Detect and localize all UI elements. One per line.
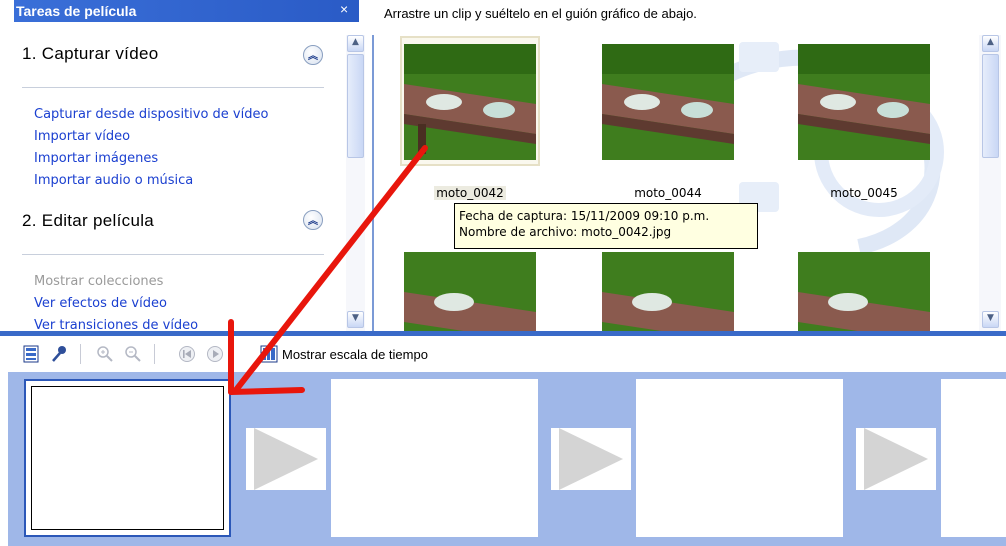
- storyboard-cell[interactable]: [636, 379, 843, 537]
- movie-tasks-pane: Tareas de película × 1. Capturar vídeo ︽…: [0, 0, 372, 331]
- storyboard-cell[interactable]: [941, 379, 1006, 537]
- link-import-video[interactable]: Importar vídeo: [34, 129, 130, 144]
- clip-image: [404, 252, 536, 331]
- section-divider: [22, 254, 324, 255]
- storyboard-icon[interactable]: [22, 345, 40, 363]
- clip-label: moto_0044: [634, 186, 702, 200]
- transition-arrow-icon: [864, 428, 928, 490]
- section-edit-movie-title[interactable]: 2. Editar película: [22, 211, 154, 231]
- play-icon[interactable]: [206, 345, 224, 363]
- link-video-effects[interactable]: Ver efectos de vídeo: [34, 296, 167, 311]
- link-video-transitions[interactable]: Ver transiciones de vídeo: [34, 318, 198, 331]
- tasks-scrollbar[interactable]: ▲ ▼: [346, 35, 365, 331]
- link-capture-from-device[interactable]: Capturar desde dispositivo de vídeo: [34, 107, 268, 122]
- scroll-down-icon[interactable]: ▼: [347, 311, 364, 328]
- timeline-icon: [260, 345, 278, 363]
- link-import-images[interactable]: Importar imágenes: [34, 151, 158, 166]
- scroll-down-icon[interactable]: ▼: [982, 311, 999, 328]
- close-icon[interactable]: ×: [340, 1, 366, 17]
- rewind-icon[interactable]: [178, 345, 196, 363]
- transition-slot[interactable]: [856, 428, 936, 490]
- clip-image: [798, 44, 930, 160]
- section-capture-video-title[interactable]: 1. Capturar vídeo: [22, 44, 158, 64]
- show-timeline-button[interactable]: Mostrar escala de tiempo: [260, 345, 428, 363]
- zoom-in-icon[interactable]: [96, 345, 114, 363]
- storyboard-cell[interactable]: [24, 379, 231, 537]
- scrollbar-thumb[interactable]: [982, 54, 999, 158]
- clip-label: moto_0042: [434, 186, 506, 200]
- tasks-pane-title: Tareas de película: [16, 3, 137, 19]
- collection-pane: Arrastre un clip y suéltelo en el guión …: [374, 0, 1006, 331]
- storyboard-toolbar: Mostrar escala de tiempo: [0, 336, 1006, 372]
- clip-image: [602, 44, 734, 160]
- clip-label: moto_0045: [830, 186, 898, 200]
- clip-image: [404, 44, 536, 160]
- tooltip-filename: Nombre de archivo: moto_0042.jpg: [459, 225, 672, 239]
- clip-image: [798, 252, 930, 331]
- toolbar-separator: [154, 344, 155, 364]
- scroll-up-icon[interactable]: ▲: [982, 35, 999, 52]
- scroll-up-icon[interactable]: ▲: [347, 35, 364, 52]
- transition-slot[interactable]: [551, 428, 631, 490]
- clip-tooltip: Fecha de captura: 15/11/2009 09:10 p.m. …: [454, 203, 758, 249]
- storyboard-cell[interactable]: [331, 379, 538, 537]
- transition-slot[interactable]: [246, 428, 326, 490]
- section-divider: [22, 87, 324, 88]
- zoom-out-icon[interactable]: [124, 345, 142, 363]
- collection-hint: Arrastre un clip y suéltelo en el guión …: [384, 6, 697, 21]
- collection-scrollbar[interactable]: ▲ ▼: [979, 35, 1001, 331]
- transition-arrow-icon: [559, 428, 623, 490]
- clip-image: [602, 252, 734, 331]
- narrate-icon[interactable]: [50, 345, 68, 363]
- link-import-audio[interactable]: Importar audio o música: [34, 173, 193, 188]
- show-timeline-label: Mostrar escala de tiempo: [282, 346, 428, 362]
- storyboard: [8, 372, 1006, 546]
- tooltip-capture-date: Fecha de captura: 15/11/2009 09:10 p.m.: [459, 209, 710, 223]
- collapse-chevron-icon[interactable]: ︽: [303, 45, 323, 65]
- scrollbar-thumb[interactable]: [347, 54, 364, 158]
- toolbar-separator: [80, 344, 81, 364]
- tasks-pane-header: Tareas de película: [14, 0, 359, 22]
- collapse-chevron-icon[interactable]: ︽: [303, 210, 323, 230]
- transition-arrow-icon: [254, 428, 318, 490]
- link-show-collections: Mostrar colecciones: [34, 274, 164, 289]
